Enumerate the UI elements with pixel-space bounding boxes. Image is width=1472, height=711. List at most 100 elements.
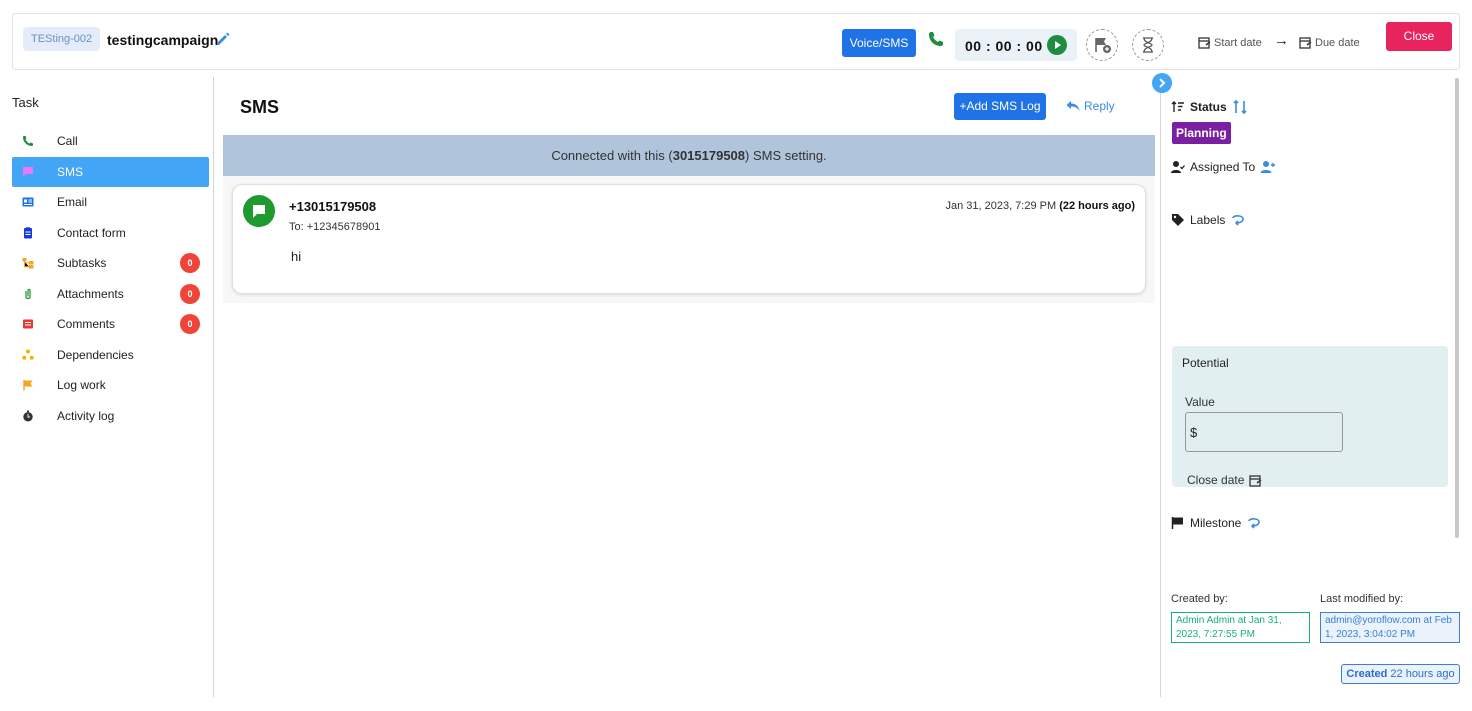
milestone-label: Milestone	[1190, 516, 1242, 530]
sidebar-item-label: Activity log	[57, 408, 115, 423]
message-icon	[253, 205, 265, 218]
sidebar-item-activity-log[interactable]: Activity log	[12, 401, 209, 432]
task-id-badge[interactable]: TESting-002	[23, 27, 101, 51]
sidebar-item-log-work[interactable]: Log work	[12, 370, 209, 401]
milestone-flag-icon	[1171, 517, 1183, 529]
calendar-edit-icon	[1198, 37, 1211, 49]
chevron-right-icon	[1159, 78, 1166, 88]
sms-recipient: To: +12345678901	[289, 221, 381, 233]
sidebar-item-label: Dependencies	[57, 347, 134, 362]
change-status-icon[interactable]	[1232, 99, 1248, 115]
call-timer: 00 : 00 : 00	[955, 29, 1077, 61]
status-badge[interactable]: Planning	[1172, 122, 1231, 144]
created-ago-text: 22 hours ago	[1390, 668, 1455, 680]
sidebar-title: Task	[12, 95, 39, 110]
sms-sender: +13015179508	[289, 199, 377, 214]
sort-icon	[1171, 101, 1184, 112]
contact-form-icon	[24, 227, 32, 239]
tag-icon	[1172, 214, 1184, 226]
close-button[interactable]: Close	[1386, 22, 1452, 51]
email-icon	[22, 197, 34, 207]
hourglass-icon	[1143, 37, 1153, 53]
user-check-icon	[1171, 161, 1185, 173]
dependencies-icon	[22, 349, 34, 360]
sidebar-item-contact-form[interactable]: Contact form	[12, 218, 209, 249]
right-panel-scrollbar[interactable]	[1455, 78, 1459, 538]
task-sidebar: Call SMS Email Contact form Subtasks 0 A…	[12, 126, 209, 431]
add-sms-log-button[interactable]: +Add SMS Log	[954, 93, 1046, 120]
sms-message-card: +13015179508 To: +12345678901 hi Jan 31,…	[232, 184, 1146, 294]
time-estimate-button[interactable]	[1132, 29, 1164, 61]
potential-title: Potential	[1182, 356, 1229, 370]
due-date-label: Due date	[1315, 36, 1360, 49]
sidebar-divider	[213, 77, 214, 697]
close-date-label: Close date	[1187, 473, 1245, 487]
sms-date: Jan 31, 2023, 7:29 PM	[945, 200, 1057, 212]
sidebar-item-call[interactable]: Call	[12, 126, 209, 157]
subtasks-count-badge: 0	[180, 253, 200, 273]
phone-icon[interactable]	[927, 30, 945, 48]
labels-section: Labels	[1171, 213, 1246, 227]
right-panel-divider	[1160, 77, 1161, 697]
pencil-icon[interactable]	[215, 31, 231, 47]
sidebar-item-email[interactable]: Email	[12, 187, 209, 218]
flag-plus-icon	[1095, 38, 1111, 53]
connected-prefix: Connected with this (	[551, 148, 673, 163]
phone-icon	[23, 136, 33, 147]
attachment-icon	[25, 288, 31, 299]
collapse-panel-button[interactable]	[1152, 73, 1172, 93]
reply-label: Reply	[1084, 99, 1115, 113]
activity-icon	[23, 410, 33, 422]
created-ago-badge: Created 22 hours ago	[1341, 664, 1460, 684]
due-date-picker[interactable]: Due date	[1299, 36, 1360, 49]
timer-text: 00 : 00 : 00	[965, 38, 1043, 54]
swap-icon[interactable]	[1246, 516, 1262, 530]
sidebar-item-comments[interactable]: Comments 0	[12, 309, 209, 340]
comments-count-badge: 0	[180, 314, 200, 334]
created-by-label: Created by:	[1171, 593, 1228, 605]
sidebar-item-dependencies[interactable]: Dependencies	[12, 340, 209, 371]
status-label: Status	[1190, 100, 1227, 114]
sidebar-item-label: Comments	[57, 317, 116, 332]
connected-suffix: ) SMS setting.	[745, 148, 827, 163]
add-flag-button[interactable]	[1086, 29, 1118, 61]
sidebar-item-label: SMS	[57, 164, 84, 179]
sidebar-item-attachments[interactable]: Attachments 0	[12, 279, 209, 310]
calendar-edit-icon	[1299, 37, 1312, 49]
swap-icon[interactable]	[1230, 213, 1246, 227]
modified-by-label: Last modified by:	[1320, 593, 1404, 605]
milestone-section: Milestone	[1171, 516, 1262, 530]
labels-label: Labels	[1190, 213, 1226, 227]
sidebar-item-sms[interactable]: SMS	[12, 156, 209, 187]
assigned-section: Assigned To	[1171, 160, 1276, 174]
status-section: Status	[1171, 99, 1248, 115]
date-arrow: →	[1274, 32, 1289, 49]
reply-button[interactable]: Reply	[1066, 99, 1115, 113]
start-date-picker[interactable]: Start date	[1198, 36, 1262, 49]
comments-icon	[23, 319, 33, 329]
assigned-label: Assigned To	[1190, 160, 1256, 174]
close-date-picker[interactable]: Close date	[1187, 473, 1262, 487]
connected-number: 3015179508	[672, 148, 746, 163]
created-word: Created	[1346, 668, 1388, 680]
task-name: testingcampaign	[107, 32, 219, 48]
add-user-icon[interactable]	[1260, 160, 1276, 174]
sidebar-item-label: Email	[57, 195, 88, 210]
task-header: TESting-002 testingcampaign Voice/SMS 00…	[12, 13, 1460, 70]
play-icon[interactable]	[1047, 35, 1067, 55]
sms-avatar	[243, 195, 275, 227]
sidebar-item-label: Subtasks	[57, 256, 107, 271]
start-date-label: Start date	[1214, 36, 1262, 49]
sidebar-item-subtasks[interactable]: Subtasks 0	[12, 248, 209, 279]
sidebar-item-label: Log work	[57, 378, 106, 393]
sms-body: hi	[291, 249, 302, 264]
chat-icon	[23, 166, 33, 177]
value-input[interactable]: $	[1185, 412, 1343, 452]
voice-sms-button[interactable]: Voice/SMS	[842, 29, 916, 57]
modified-by-value: admin@yoroflow.com at Feb 1, 2023, 3:04:…	[1320, 612, 1460, 643]
sidebar-item-label: Contact form	[57, 225, 126, 240]
connection-banner: Connected with this (3015179508) SMS set…	[223, 135, 1155, 176]
sidebar-item-label: Attachments	[57, 286, 124, 301]
flag-icon	[23, 380, 33, 391]
subtasks-icon	[22, 258, 34, 269]
